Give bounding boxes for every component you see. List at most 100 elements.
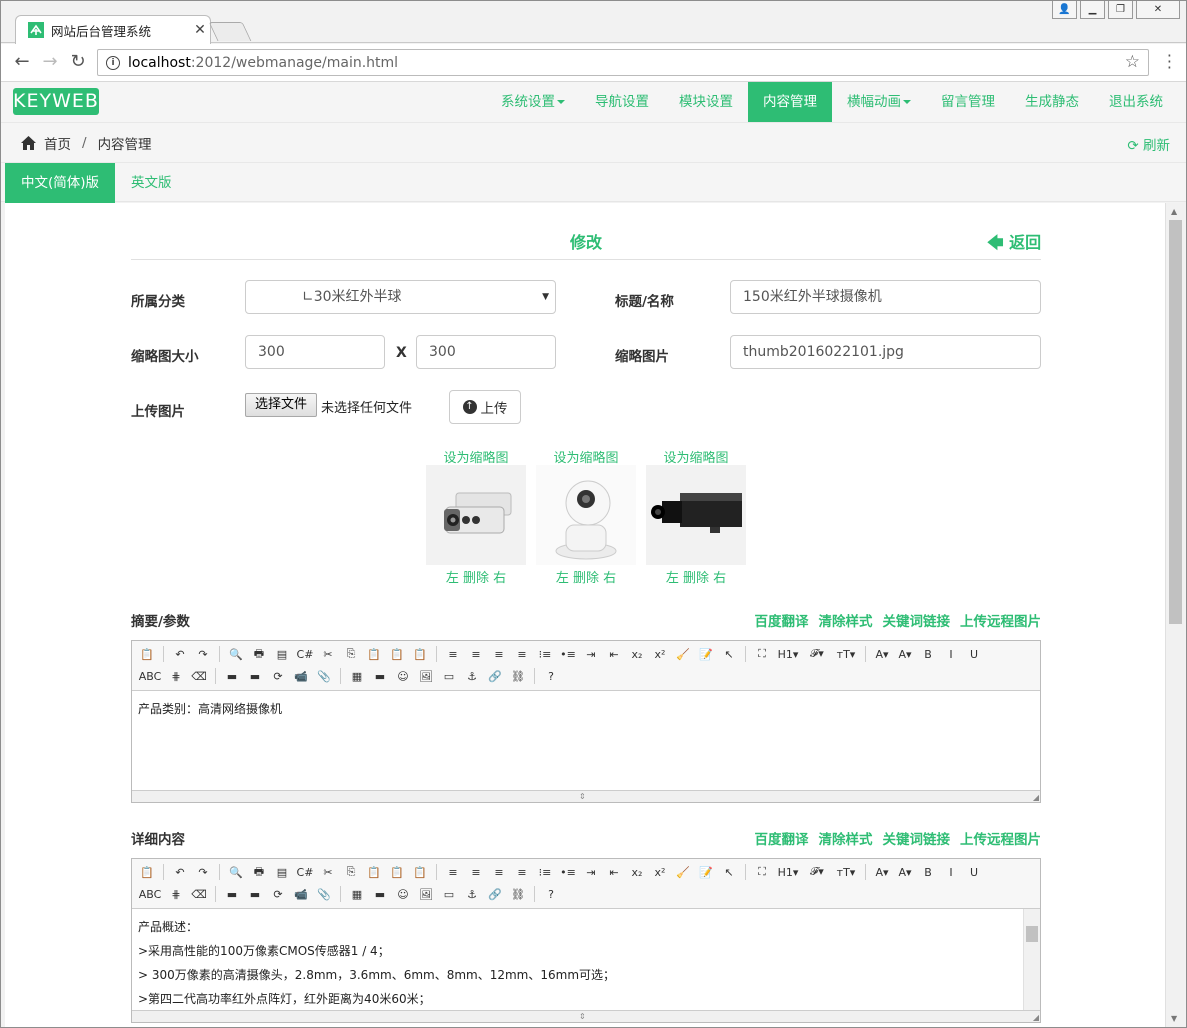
toolbar-button-icon[interactable]: ↷ <box>193 645 213 663</box>
logo[interactable]: KEYWEB <box>13 88 99 115</box>
baidu-translate-link[interactable]: 百度翻译 <box>755 828 809 848</box>
toolbar-button-icon[interactable]: ≡ <box>489 645 509 663</box>
toolbar-button-icon[interactable]: ⎘ <box>341 645 361 663</box>
toolbar-button-icon[interactable]: H1▾ <box>775 863 801 881</box>
toolbar-button-icon[interactable]: U <box>964 863 984 881</box>
toolbar-button-icon[interactable]: ⎘ <box>341 863 361 881</box>
toolbar-button-icon[interactable]: 📋 <box>410 645 430 663</box>
toolbar-button-icon[interactable]: 📎 <box>314 885 334 903</box>
editor-resize-bar[interactable]: ⇕ ◢ <box>132 790 1040 802</box>
upload-remote-image-link[interactable]: 上传远程图片 <box>960 610 1041 630</box>
move-left-link[interactable]: 左 <box>666 571 679 586</box>
toolbar-button-icon[interactable]: ▦ <box>347 885 367 903</box>
toolbar-button-icon[interactable]: ▬ <box>370 885 390 903</box>
menu-messages[interactable]: 留言管理 <box>926 82 1010 122</box>
scroll-up-icon[interactable]: ▲ <box>1171 207 1177 216</box>
toolbar-button-icon[interactable]: ↖ <box>719 863 739 881</box>
set-thumbnail-link[interactable]: 设为缩略图 <box>646 447 746 466</box>
toolbar-button-icon[interactable]: 📋 <box>387 645 407 663</box>
breadcrumb-home[interactable]: 首页 <box>44 133 71 153</box>
toolbar-button-icon[interactable]: ▦ <box>347 667 367 685</box>
toolbar-button-icon[interactable]: ▬ <box>370 667 390 685</box>
toolbar-button-icon[interactable]: 🔍 <box>226 645 246 663</box>
upload-remote-image-link[interactable]: 上传远程图片 <box>960 828 1041 848</box>
toolbar-button-icon[interactable]: 📋 <box>137 863 157 881</box>
forward-arrow-icon[interactable]: → <box>39 52 61 72</box>
toolbar-button-icon[interactable]: ᴛT▾ <box>833 863 859 881</box>
close-window-button[interactable]: ✕ <box>1136 1 1180 19</box>
toolbar-button-icon[interactable]: ᴛT▾ <box>833 645 859 663</box>
toolbar-button-icon[interactable]: ⛶ <box>752 645 772 663</box>
menu-system-settings[interactable]: 系统设置 <box>486 82 580 122</box>
tab-close-icon[interactable]: ✕ <box>190 22 210 38</box>
menu-nav-settings[interactable]: 导航设置 <box>580 82 664 122</box>
delete-link[interactable]: 删除 <box>463 571 489 586</box>
keyword-link[interactable]: 关键词链接 <box>883 610 951 630</box>
toolbar-button-icon[interactable]: ≡ <box>489 863 509 881</box>
toolbar-button-icon[interactable]: ↶ <box>170 645 190 663</box>
toolbar-button-icon[interactable]: ⌫ <box>189 885 209 903</box>
editor-resize-bar[interactable]: ⇕ ◢ <box>132 1010 1040 1022</box>
refresh-button[interactable]: ⟳ 刷新 <box>1127 134 1170 154</box>
toolbar-button-icon[interactable]: ▬ <box>222 885 242 903</box>
toolbar-button-icon[interactable]: I <box>941 863 961 881</box>
toolbar-button-icon[interactable]: ⁝≡ <box>535 645 555 663</box>
toolbar-button-icon[interactable]: x² <box>650 645 670 663</box>
toolbar-button-icon[interactable]: 📝 <box>696 863 716 881</box>
thumb-image-input[interactable]: thumb2016022101.jpg <box>730 335 1041 369</box>
new-tab-button[interactable] <box>208 22 252 41</box>
scroll-thumb[interactable] <box>1026 926 1038 942</box>
toolbar-button-icon[interactable]: ABC <box>137 667 163 685</box>
toolbar-button-icon[interactable]: ≡ <box>443 863 463 881</box>
delete-link[interactable]: 删除 <box>683 571 709 586</box>
toolbar-button-icon[interactable]: ≡ <box>443 645 463 663</box>
toolbar-button-icon[interactable]: 📋 <box>364 863 384 881</box>
toolbar-button-icon[interactable]: ≡ <box>512 645 532 663</box>
editor-scrollbar[interactable] <box>1023 909 1040 1010</box>
toolbar-button-icon[interactable]: 🖼 <box>416 667 436 685</box>
thumb-width-input[interactable]: 300 <box>245 335 385 369</box>
toolbar-button-icon[interactable]: ⚓ <box>462 885 482 903</box>
toolbar-button-icon[interactable]: ⇥ <box>581 863 601 881</box>
reload-icon[interactable]: ↻ <box>67 52 89 72</box>
scroll-down-icon[interactable]: ▼ <box>1171 1014 1177 1023</box>
toolbar-button-icon[interactable]: 📎 <box>314 667 334 685</box>
toolbar-button-icon[interactable]: x² <box>650 863 670 881</box>
toolbar-button-icon[interactable]: ⇥ <box>581 645 601 663</box>
toolbar-button-icon[interactable]: H1▾ <box>775 645 801 663</box>
browser-tab[interactable]: 网站后台管理系统 ✕ <box>15 15 211 44</box>
toolbar-button-icon[interactable]: 🖶 <box>249 863 269 881</box>
set-thumbnail-link[interactable]: 设为缩略图 <box>426 447 526 466</box>
toolbar-button-icon[interactable]: ⟳ <box>268 667 288 685</box>
keyword-link[interactable]: 关键词链接 <box>883 828 951 848</box>
page-scrollbar[interactable]: ▲ ▼ <box>1165 203 1184 1027</box>
clear-style-link[interactable]: 清除样式 <box>819 828 873 848</box>
toolbar-button-icon[interactable]: 📋 <box>410 863 430 881</box>
menu-banner-animation[interactable]: 横幅动画 <box>832 82 926 122</box>
toolbar-button-icon[interactable]: ▤ <box>272 863 292 881</box>
toolbar-button-icon[interactable]: I <box>941 645 961 663</box>
toolbar-button-icon[interactable]: 📋 <box>364 645 384 663</box>
toolbar-button-icon[interactable]: ⌫ <box>189 667 209 685</box>
toolbar-button-icon[interactable]: ▬ <box>245 667 265 685</box>
toolbar-button-icon[interactable]: ⚓ <box>462 667 482 685</box>
toolbar-button-icon[interactable]: ⛓ <box>508 667 528 685</box>
baidu-translate-link[interactable]: 百度翻译 <box>755 610 809 630</box>
toolbar-button-icon[interactable]: 𝓕▾ <box>804 645 830 663</box>
toolbar-button-icon[interactable]: ↷ <box>193 863 213 881</box>
toolbar-button-icon[interactable]: ▬ <box>245 885 265 903</box>
toolbar-button-icon[interactable]: •≡ <box>558 863 578 881</box>
toolbar-button-icon[interactable]: •≡ <box>558 645 578 663</box>
bookmark-star-icon[interactable]: ☆ <box>1125 52 1140 72</box>
toolbar-button-icon[interactable]: 🔗 <box>485 667 505 685</box>
user-icon[interactable]: 👤 <box>1052 1 1077 19</box>
toolbar-button-icon[interactable]: 🖼 <box>416 885 436 903</box>
minimize-button[interactable]: ▁ <box>1080 1 1105 19</box>
toolbar-button-icon[interactable]: 📹 <box>291 885 311 903</box>
menu-generate-static[interactable]: 生成静态 <box>1010 82 1094 122</box>
detail-textarea[interactable]: 产品概述： >采用高性能的100万像素CMOS传感器1 / 4； > 300万像… <box>132 909 1040 1010</box>
summary-textarea[interactable]: 产品类别：高清网络摄像机 <box>132 691 1040 790</box>
toolbar-button-icon[interactable]: B <box>918 645 938 663</box>
toolbar-button-icon[interactable]: ↖ <box>719 645 739 663</box>
home-icon[interactable] <box>21 135 36 150</box>
